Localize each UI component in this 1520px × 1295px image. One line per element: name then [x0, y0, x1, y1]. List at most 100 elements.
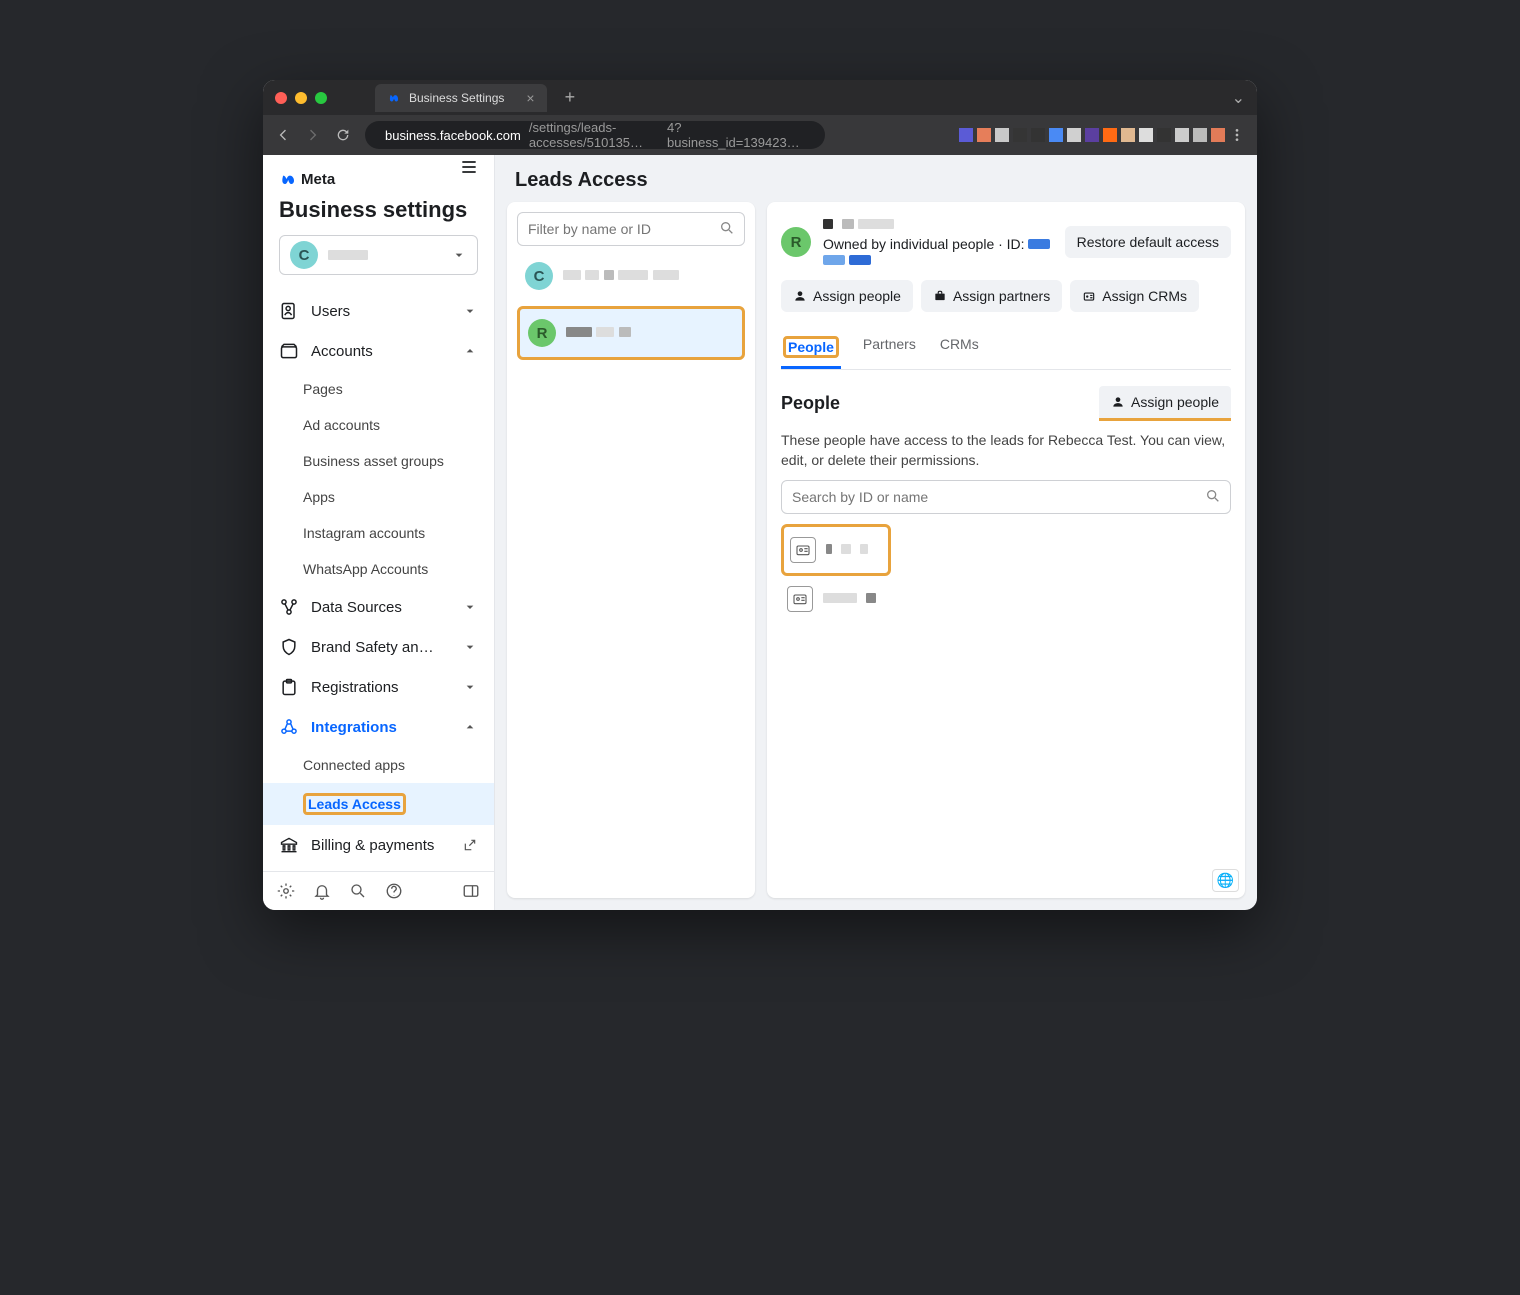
section-title: People [781, 393, 840, 414]
person-card-icon [787, 586, 813, 612]
tab-partners[interactable]: Partners [861, 328, 918, 369]
ext-icon[interactable] [959, 128, 973, 142]
shield-icon [279, 637, 299, 657]
meta-favicon-icon [387, 91, 401, 105]
ext-icon[interactable] [1121, 128, 1135, 142]
nav-label: Instagram accounts [303, 525, 425, 541]
assign-people-button[interactable]: Assign people [781, 280, 913, 312]
bell-icon[interactable] [313, 882, 331, 900]
item-avatar: C [525, 262, 553, 290]
ext-icon[interactable] [995, 128, 1009, 142]
search-icon[interactable] [349, 882, 367, 900]
ext-icon[interactable] [1049, 128, 1063, 142]
sidebar-item-registrations[interactable]: Registrations [263, 667, 494, 707]
forward-icon[interactable] [305, 127, 321, 143]
tab-crms[interactable]: CRMs [938, 328, 981, 369]
window-chevron-icon[interactable]: ⌄ [1232, 88, 1245, 108]
sidebar-item-whatsapp[interactable]: WhatsApp Accounts [263, 551, 494, 587]
browser-tab[interactable]: Business Settings × [375, 84, 547, 112]
new-tab-icon[interactable]: + [565, 87, 576, 108]
gear-icon[interactable] [277, 882, 295, 900]
section-description: These people have access to the leads fo… [781, 431, 1231, 470]
window-controls[interactable] [275, 92, 327, 104]
ext-icon[interactable] [1211, 128, 1225, 142]
ext-icon[interactable] [1175, 128, 1189, 142]
account-switcher[interactable]: C [279, 235, 478, 275]
sidebar-item-connected-apps[interactable]: Connected apps [263, 747, 494, 783]
person-icon [793, 289, 807, 303]
nav-label: Data Sources [311, 599, 402, 616]
chevron-down-icon [462, 599, 478, 615]
restore-default-button[interactable]: Restore default access [1065, 226, 1231, 258]
sidebar-item-integrations[interactable]: Integrations [263, 707, 494, 747]
sidebar-item-apps[interactable]: Apps [263, 479, 494, 515]
crm-icon [1082, 289, 1096, 303]
address-bar[interactable]: business.facebook.com/settings/leads-acc… [365, 121, 825, 149]
nav-label: Users [311, 303, 350, 320]
sidebar-item-brand-safety[interactable]: Brand Safety and Suitabi… [263, 627, 494, 667]
id-redacted [823, 255, 845, 265]
external-link-icon [462, 837, 478, 853]
filter-input[interactable] [517, 212, 745, 246]
browser-menu-icon[interactable] [1229, 127, 1245, 143]
assign-people-button-2[interactable]: Assign people [1099, 386, 1231, 421]
nav-label: Brand Safety and Suitabi… [311, 639, 441, 656]
minimize-window-icon[interactable] [295, 92, 307, 104]
list-item[interactable]: C [517, 252, 745, 300]
hamburger-icon[interactable] [459, 157, 479, 177]
tab-people[interactable]: People [781, 328, 841, 369]
account-avatar: C [290, 241, 318, 269]
sidebar-title: Business settings [279, 197, 478, 223]
caret-down-icon [451, 247, 467, 263]
globe-icon[interactable]: 🌐 [1212, 869, 1239, 892]
assign-partners-button[interactable]: Assign partners [921, 280, 1062, 312]
page-title: Leads Access [495, 155, 1257, 202]
ext-icon[interactable] [1067, 128, 1081, 142]
sidebar-item-pages[interactable]: Pages [263, 371, 494, 407]
sidebar-item-ad-accounts[interactable]: Ad accounts [263, 407, 494, 443]
person-row[interactable] [781, 576, 1231, 622]
ext-icon[interactable] [1139, 128, 1153, 142]
brand-text: Meta [301, 171, 335, 188]
reload-icon[interactable] [335, 127, 351, 143]
tab-title: Business Settings [409, 91, 504, 105]
extensions-row [959, 127, 1245, 143]
btn-label: Assign CRMs [1102, 288, 1187, 304]
list-item-selected[interactable]: R [517, 306, 745, 360]
clipboard-icon [279, 677, 299, 697]
panel-icon[interactable] [462, 882, 480, 900]
sidebar-item-users[interactable]: Users [263, 291, 494, 331]
person-row-highlighted[interactable] [781, 524, 891, 576]
back-icon[interactable] [275, 127, 291, 143]
ext-icon[interactable] [1013, 128, 1027, 142]
sidebar-item-asset-groups[interactable]: Business asset groups [263, 443, 494, 479]
sidebar-item-instagram[interactable]: Instagram accounts [263, 515, 494, 551]
nav-label: Apps [303, 489, 335, 505]
btn-label: Assign people [813, 288, 901, 304]
sidebar-item-billing[interactable]: Billing & payments [263, 825, 494, 865]
people-search-input[interactable] [781, 480, 1231, 514]
meta-icon [279, 169, 299, 189]
sidebar-item-data-sources[interactable]: Data Sources [263, 587, 494, 627]
ext-icon[interactable] [977, 128, 991, 142]
ext-icon[interactable] [1157, 128, 1171, 142]
leads-list-panel: C R [507, 202, 755, 898]
nav-label: Connected apps [303, 757, 405, 773]
maximize-window-icon[interactable] [315, 92, 327, 104]
close-tab-icon[interactable]: × [526, 90, 534, 106]
person-name-redacted [823, 590, 876, 608]
close-window-icon[interactable] [275, 92, 287, 104]
ext-icon[interactable] [1085, 128, 1099, 142]
help-icon[interactable] [385, 882, 403, 900]
ext-icon[interactable] [1031, 128, 1045, 142]
ext-icon[interactable] [1193, 128, 1207, 142]
owned-by-text: Owned by individual people · ID: [823, 236, 1025, 252]
nav-label: Billing & payments [311, 837, 434, 854]
sidebar-item-accounts[interactable]: Accounts [263, 331, 494, 371]
ext-icon[interactable] [1103, 128, 1117, 142]
sidebar-item-leads-access[interactable]: Leads Access [263, 783, 494, 825]
assign-crms-button[interactable]: Assign CRMs [1070, 280, 1199, 312]
briefcase-icon [933, 289, 947, 303]
sidebar-nav: Users Accounts Pages Ad accounts Busines… [263, 285, 494, 871]
data-sources-icon [279, 597, 299, 617]
